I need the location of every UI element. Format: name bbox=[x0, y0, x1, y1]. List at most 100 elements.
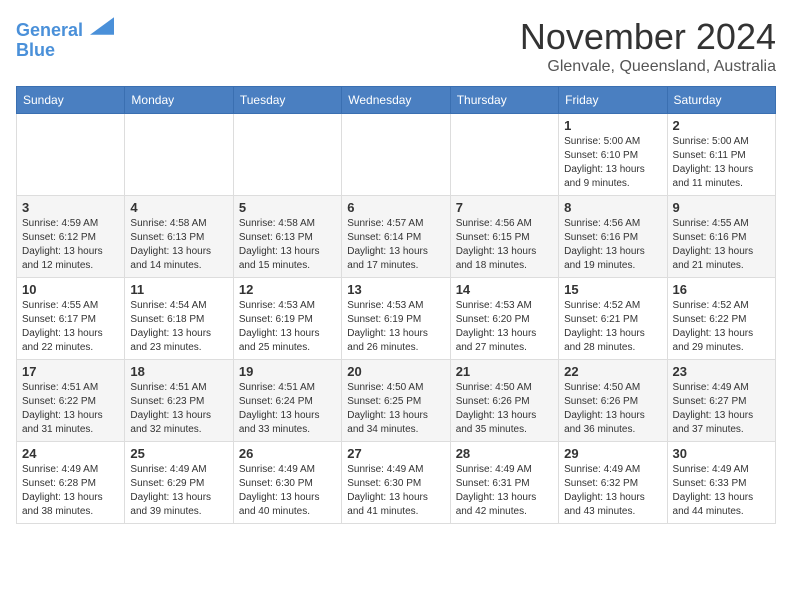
day-number: 14 bbox=[456, 282, 553, 297]
day-number: 22 bbox=[564, 364, 661, 379]
day-number: 23 bbox=[673, 364, 770, 379]
calendar-cell: 14 Sunrise: 4:53 AM Sunset: 6:20 PM Dayli… bbox=[450, 278, 558, 360]
calendar-table: SundayMondayTuesdayWednesdayThursdayFrid… bbox=[16, 86, 776, 524]
calendar-cell: 22 Sunrise: 4:50 AM Sunset: 6:26 PM Dayli… bbox=[559, 360, 667, 442]
calendar-cell: 7 Sunrise: 4:56 AM Sunset: 6:15 PM Daylig… bbox=[450, 196, 558, 278]
day-info: Sunrise: 4:49 AM Sunset: 6:30 PM Dayligh… bbox=[347, 463, 444, 519]
calendar-week-5: 24 Sunrise: 4:49 AM Sunset: 6:28 PM Dayli… bbox=[17, 442, 776, 524]
day-number: 29 bbox=[564, 446, 661, 461]
day-number: 1 bbox=[564, 118, 661, 133]
day-number: 3 bbox=[22, 200, 119, 215]
calendar-week-3: 10Sunrise: 4:55 AM Sunset: 6:17 PM Dayli… bbox=[17, 278, 776, 360]
day-number: 17 bbox=[22, 364, 119, 379]
calendar-cell bbox=[17, 114, 125, 196]
calendar-cell bbox=[342, 114, 450, 196]
day-number: 16 bbox=[673, 282, 770, 297]
day-info: Sunrise: 4:50 AM Sunset: 6:26 PM Dayligh… bbox=[564, 381, 661, 437]
weekday-header-tuesday: Tuesday bbox=[233, 87, 341, 114]
day-info: Sunrise: 4:50 AM Sunset: 6:25 PM Dayligh… bbox=[347, 381, 444, 437]
calendar-cell: 4 Sunrise: 4:58 AM Sunset: 6:13 PM Daylig… bbox=[125, 196, 233, 278]
calendar-cell: 17Sunrise: 4:51 AM Sunset: 6:22 PM Dayli… bbox=[17, 360, 125, 442]
title-block: November 2024 Glenvale, Queensland, Aust… bbox=[520, 16, 776, 76]
logo: General Blue bbox=[16, 16, 114, 61]
month-title: November 2024 bbox=[520, 16, 776, 58]
day-number: 6 bbox=[347, 200, 444, 215]
day-number: 21 bbox=[456, 364, 553, 379]
logo-text: General bbox=[16, 16, 114, 41]
calendar-cell: 18 Sunrise: 4:51 AM Sunset: 6:23 PM Dayli… bbox=[125, 360, 233, 442]
calendar-cell: 24 Sunrise: 4:49 AM Sunset: 6:28 PM Dayli… bbox=[17, 442, 125, 524]
day-info: Sunrise: 4:49 AM Sunset: 6:33 PM Dayligh… bbox=[673, 463, 770, 519]
day-info: Sunrise: 4:53 AM Sunset: 6:20 PM Dayligh… bbox=[456, 299, 553, 355]
day-number: 7 bbox=[456, 200, 553, 215]
day-info: Sunrise: 4:49 AM Sunset: 6:27 PM Dayligh… bbox=[673, 381, 770, 437]
calendar-cell: 29 Sunrise: 4:49 AM Sunset: 6:32 PM Dayli… bbox=[559, 442, 667, 524]
day-info: Sunrise: 4:49 AM Sunset: 6:28 PM Dayligh… bbox=[22, 463, 119, 519]
weekday-header-saturday: Saturday bbox=[667, 87, 775, 114]
weekday-header-sunday: Sunday bbox=[17, 87, 125, 114]
calendar-cell: 15Sunrise: 4:52 AM Sunset: 6:21 PM Dayli… bbox=[559, 278, 667, 360]
calendar-cell: 16 Sunrise: 4:52 AM Sunset: 6:22 PM Dayli… bbox=[667, 278, 775, 360]
calendar-cell: 20 Sunrise: 4:50 AM Sunset: 6:25 PM Dayli… bbox=[342, 360, 450, 442]
day-info: Sunrise: 4:56 AM Sunset: 6:16 PM Dayligh… bbox=[564, 217, 661, 273]
day-info: Sunrise: 4:53 AM Sunset: 6:19 PM Dayligh… bbox=[239, 299, 336, 355]
day-number: 12 bbox=[239, 282, 336, 297]
day-info: Sunrise: 4:52 AM Sunset: 6:22 PM Dayligh… bbox=[673, 299, 770, 355]
logo-icon bbox=[90, 16, 114, 36]
calendar-cell: 8Sunrise: 4:56 AM Sunset: 6:16 PM Daylig… bbox=[559, 196, 667, 278]
calendar-cell: 27 Sunrise: 4:49 AM Sunset: 6:30 PM Dayli… bbox=[342, 442, 450, 524]
calendar-cell: 28Sunrise: 4:49 AM Sunset: 6:31 PM Dayli… bbox=[450, 442, 558, 524]
day-info: Sunrise: 4:54 AM Sunset: 6:18 PM Dayligh… bbox=[130, 299, 227, 355]
calendar-cell: 3 Sunrise: 4:59 AM Sunset: 6:12 PM Daylig… bbox=[17, 196, 125, 278]
page-header: General Blue November 2024 Glenvale, Que… bbox=[16, 16, 776, 76]
weekday-header-row: SundayMondayTuesdayWednesdayThursdayFrid… bbox=[17, 87, 776, 114]
day-number: 28 bbox=[456, 446, 553, 461]
day-info: Sunrise: 5:00 AM Sunset: 6:10 PM Dayligh… bbox=[564, 135, 661, 191]
calendar-cell: 23 Sunrise: 4:49 AM Sunset: 6:27 PM Dayli… bbox=[667, 360, 775, 442]
calendar-cell: 10Sunrise: 4:55 AM Sunset: 6:17 PM Dayli… bbox=[17, 278, 125, 360]
location: Glenvale, Queensland, Australia bbox=[520, 58, 776, 76]
day-info: Sunrise: 4:58 AM Sunset: 6:13 PM Dayligh… bbox=[130, 217, 227, 273]
day-number: 25 bbox=[130, 446, 227, 461]
calendar-cell: 12 Sunrise: 4:53 AM Sunset: 6:19 PM Dayli… bbox=[233, 278, 341, 360]
calendar-cell: 30 Sunrise: 4:49 AM Sunset: 6:33 PM Dayli… bbox=[667, 442, 775, 524]
day-info: Sunrise: 4:53 AM Sunset: 6:19 PM Dayligh… bbox=[347, 299, 444, 355]
day-number: 27 bbox=[347, 446, 444, 461]
calendar-week-2: 3 Sunrise: 4:59 AM Sunset: 6:12 PM Daylig… bbox=[17, 196, 776, 278]
day-info: Sunrise: 4:49 AM Sunset: 6:32 PM Dayligh… bbox=[564, 463, 661, 519]
day-info: Sunrise: 4:57 AM Sunset: 6:14 PM Dayligh… bbox=[347, 217, 444, 273]
day-info: Sunrise: 4:52 AM Sunset: 6:21 PM Dayligh… bbox=[564, 299, 661, 355]
calendar-week-1: 1 Sunrise: 5:00 AM Sunset: 6:10 PM Daylig… bbox=[17, 114, 776, 196]
calendar-cell: 9 Sunrise: 4:55 AM Sunset: 6:16 PM Daylig… bbox=[667, 196, 775, 278]
weekday-header-friday: Friday bbox=[559, 87, 667, 114]
day-number: 20 bbox=[347, 364, 444, 379]
day-number: 11 bbox=[130, 282, 227, 297]
day-number: 18 bbox=[130, 364, 227, 379]
calendar-cell: 13 Sunrise: 4:53 AM Sunset: 6:19 PM Dayli… bbox=[342, 278, 450, 360]
calendar-cell: 21Sunrise: 4:50 AM Sunset: 6:26 PM Dayli… bbox=[450, 360, 558, 442]
day-info: Sunrise: 5:00 AM Sunset: 6:11 PM Dayligh… bbox=[673, 135, 770, 191]
day-number: 30 bbox=[673, 446, 770, 461]
calendar-cell: 26Sunrise: 4:49 AM Sunset: 6:30 PM Dayli… bbox=[233, 442, 341, 524]
day-number: 2 bbox=[673, 118, 770, 133]
day-number: 4 bbox=[130, 200, 227, 215]
calendar-cell: 5Sunrise: 4:58 AM Sunset: 6:13 PM Daylig… bbox=[233, 196, 341, 278]
day-number: 24 bbox=[22, 446, 119, 461]
weekday-header-wednesday: Wednesday bbox=[342, 87, 450, 114]
logo-blue-text: Blue bbox=[16, 41, 114, 61]
day-info: Sunrise: 4:51 AM Sunset: 6:23 PM Dayligh… bbox=[130, 381, 227, 437]
calendar-week-4: 17Sunrise: 4:51 AM Sunset: 6:22 PM Dayli… bbox=[17, 360, 776, 442]
day-number: 9 bbox=[673, 200, 770, 215]
day-info: Sunrise: 4:59 AM Sunset: 6:12 PM Dayligh… bbox=[22, 217, 119, 273]
weekday-header-monday: Monday bbox=[125, 87, 233, 114]
day-number: 13 bbox=[347, 282, 444, 297]
day-number: 10 bbox=[22, 282, 119, 297]
day-info: Sunrise: 4:55 AM Sunset: 6:16 PM Dayligh… bbox=[673, 217, 770, 273]
calendar-cell bbox=[233, 114, 341, 196]
calendar-cell: 1 Sunrise: 5:00 AM Sunset: 6:10 PM Daylig… bbox=[559, 114, 667, 196]
day-number: 19 bbox=[239, 364, 336, 379]
day-info: Sunrise: 4:49 AM Sunset: 6:29 PM Dayligh… bbox=[130, 463, 227, 519]
calendar-cell: 6 Sunrise: 4:57 AM Sunset: 6:14 PM Daylig… bbox=[342, 196, 450, 278]
calendar-cell: 11 Sunrise: 4:54 AM Sunset: 6:18 PM Dayli… bbox=[125, 278, 233, 360]
day-info: Sunrise: 4:56 AM Sunset: 6:15 PM Dayligh… bbox=[456, 217, 553, 273]
